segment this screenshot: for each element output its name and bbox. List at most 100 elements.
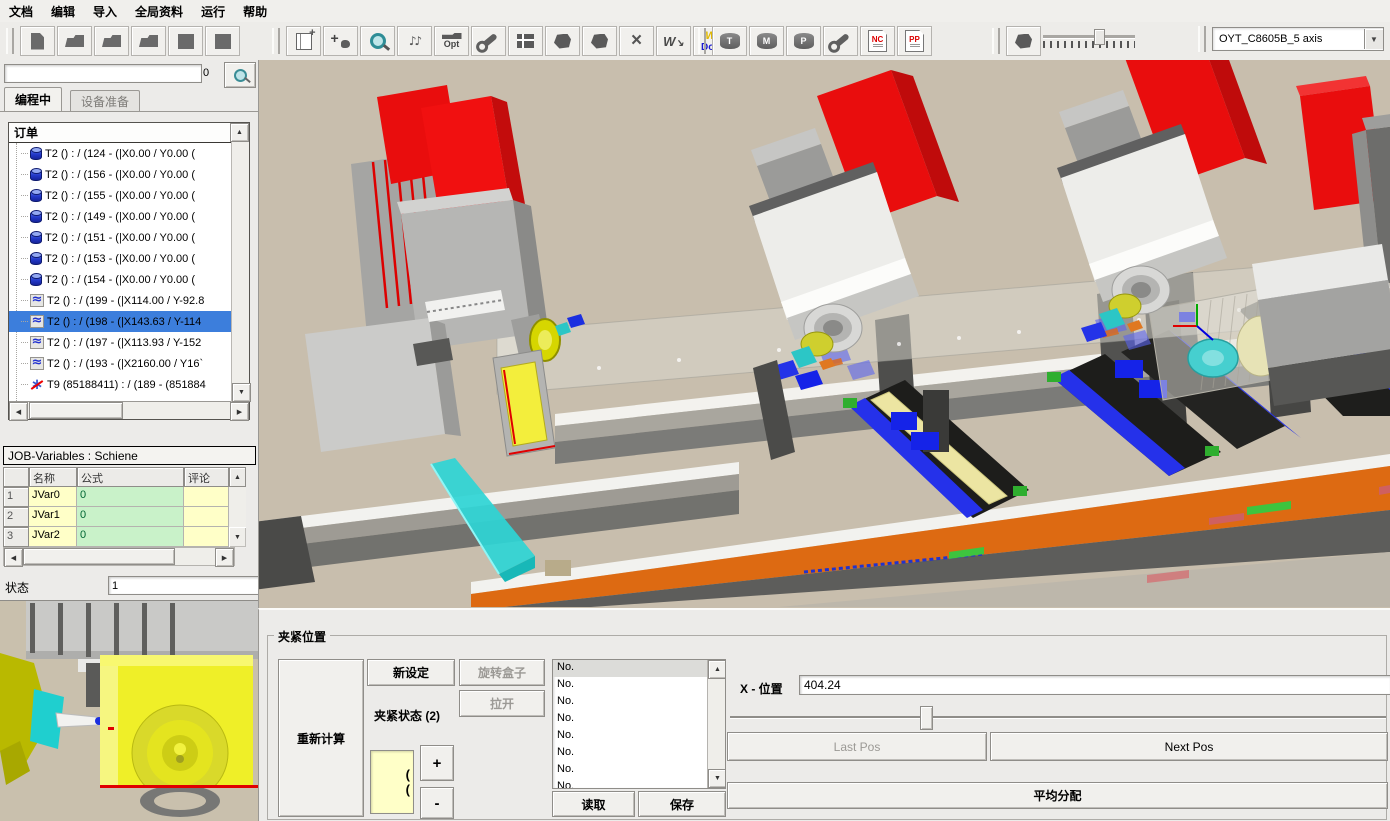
clamp-position-list[interactable]: No. No. No. No. No. No. No. No. ▲ ▼ xyxy=(552,659,726,789)
cell-formula[interactable]: 0 xyxy=(77,487,184,507)
toolpath-button[interactable]: W↘ xyxy=(656,26,691,56)
scroll-left-icon[interactable]: ◀ xyxy=(9,402,28,421)
tab-programming[interactable]: 编程中 xyxy=(4,87,62,111)
pull-open-button[interactable]: 拉开 xyxy=(459,690,545,717)
toolbar-gripper[interactable] xyxy=(272,28,280,54)
distribute-evenly-button[interactable]: 平均分配 xyxy=(727,782,1388,809)
machine-selector[interactable]: OYT_C8605B_5 axis ▼ xyxy=(1212,27,1384,51)
tree-item[interactable]: T2 () : / (199 - (|X114.00 / Y-92.8 xyxy=(9,290,249,311)
status-input[interactable] xyxy=(108,576,260,595)
x-position-input[interactable] xyxy=(799,675,1390,695)
slider-thumb[interactable] xyxy=(1094,29,1105,45)
tree-item[interactable]: T2 () : / (197 - (|X113.93 / Y-152 xyxy=(9,332,249,353)
new-window-button[interactable] xyxy=(286,26,321,56)
scroll-down-icon[interactable]: ▼ xyxy=(232,383,251,402)
search-button[interactable] xyxy=(224,62,256,88)
cell-formula[interactable]: 0 xyxy=(77,507,184,527)
list-item[interactable]: No. xyxy=(553,660,707,677)
cell-name[interactable]: JVar1 xyxy=(29,507,77,527)
tree-item[interactable]: T2 () : / (155 - (|X0.00 / Y0.00 ( xyxy=(9,185,249,206)
scroll-right-icon[interactable]: ▶ xyxy=(215,548,234,567)
read-button[interactable]: 读取 xyxy=(552,791,635,817)
chevron-down-icon[interactable]: ▼ xyxy=(1364,29,1383,49)
scroll-up-icon[interactable]: ▲ xyxy=(230,123,249,142)
tree-item[interactable]: T2 () : / (149 - (|X0.00 / Y0.00 ( xyxy=(9,206,249,227)
toolbar-gripper[interactable] xyxy=(992,28,1000,54)
menu-import[interactable]: 导入 xyxy=(84,3,126,20)
mini-3d-preview[interactable] xyxy=(0,600,258,821)
scroll-down-icon[interactable]: ▼ xyxy=(229,527,246,547)
scroll-up-icon[interactable]: ▲ xyxy=(708,660,726,679)
search-input[interactable] xyxy=(4,64,202,83)
new-document-button[interactable] xyxy=(20,26,55,56)
scroll-up-icon[interactable]: ▲ xyxy=(229,467,246,487)
tree-item[interactable]: T2 () : / (154 - (|X0.00 / Y0.00 ( xyxy=(9,269,249,290)
new-setting-button[interactable]: 新设定 xyxy=(367,659,455,686)
tree-item[interactable]: T2 () : / (193 - (|X2160.00 / Y16` xyxy=(9,353,249,374)
list-vertical-scrollbar[interactable]: ▲ ▼ xyxy=(707,660,725,788)
menu-global-data[interactable]: 全局资料 xyxy=(126,3,192,20)
machining-tools-button[interactable] xyxy=(471,26,506,56)
list-item[interactable]: No. xyxy=(553,677,707,694)
list-item[interactable]: No. xyxy=(553,694,707,711)
toolbar-gripper[interactable] xyxy=(698,28,706,54)
tree-item-selected[interactable]: T2 () : / (198 - (|X143.63 / Y-114 xyxy=(9,311,249,332)
menu-help[interactable]: 帮助 xyxy=(234,3,276,20)
zoom-button[interactable] xyxy=(360,26,395,56)
decrement-button[interactable]: - xyxy=(420,787,454,819)
cell-comment[interactable] xyxy=(184,527,229,547)
cell-formula[interactable]: 0 xyxy=(77,527,184,547)
tool-magazine-t-button[interactable]: T xyxy=(712,26,747,56)
open-order-button[interactable] xyxy=(57,26,92,56)
3d-view-button[interactable] xyxy=(1006,26,1041,56)
main-3d-viewport[interactable] xyxy=(258,60,1390,608)
tree-item[interactable]: T2 () : / (124 - (|X0.00 / Y0.00 ( xyxy=(9,143,249,164)
save-button[interactable] xyxy=(168,26,203,56)
cell-comment[interactable] xyxy=(184,487,229,507)
matrix-button[interactable] xyxy=(508,26,543,56)
rotate-box-button[interactable]: 旋转盒子 xyxy=(459,659,545,686)
clamp-state-field[interactable]: ( ( xyxy=(370,750,414,814)
cell-name[interactable]: JVar2 xyxy=(29,527,77,547)
tool-magazine-m-button[interactable]: M xyxy=(749,26,784,56)
toolbar-gripper[interactable] xyxy=(6,28,14,54)
save-all-button[interactable] xyxy=(205,26,240,56)
add-profile-button[interactable] xyxy=(323,26,358,56)
scrollbar-thumb[interactable] xyxy=(23,548,175,565)
open-file-button[interactable] xyxy=(131,26,166,56)
tree-item[interactable]: T9 (85188411) : / (189 - (851884 xyxy=(9,374,249,395)
tool-magazine-p-button[interactable]: P xyxy=(786,26,821,56)
edit-sequence-button[interactable]: ♪♪ xyxy=(397,26,432,56)
list-item[interactable]: No. xyxy=(553,728,707,745)
cell-comment[interactable] xyxy=(184,507,229,527)
profile-shape-button[interactable] xyxy=(545,26,580,56)
tree-item[interactable]: T2 () : / (151 - (|X0.00 / Y0.00 ( xyxy=(9,227,249,248)
slider-thumb[interactable] xyxy=(920,706,933,730)
list-item[interactable]: No. xyxy=(553,779,707,788)
scroll-down-icon[interactable]: ▼ xyxy=(708,769,726,788)
scrollbar-thumb[interactable] xyxy=(29,402,123,419)
postprocessor-button[interactable]: PP xyxy=(897,26,932,56)
scroll-left-icon[interactable]: ◀ xyxy=(4,548,23,567)
table-horizontal-scrollbar[interactable]: ◀▶ xyxy=(3,547,252,566)
tree-horizontal-scrollbar[interactable]: ◀ ▶ xyxy=(9,401,249,419)
scroll-right-icon[interactable]: ▶ xyxy=(230,402,249,421)
list-item[interactable]: No. xyxy=(553,745,707,762)
list-item[interactable]: No. xyxy=(553,711,707,728)
tab-machine-setup[interactable]: 设备准备 xyxy=(70,90,140,111)
nc-file-button[interactable]: NC xyxy=(860,26,895,56)
menu-run[interactable]: 运行 xyxy=(192,3,234,20)
increment-button[interactable]: + xyxy=(420,745,454,781)
recalculate-button[interactable]: 重新计算 xyxy=(278,659,364,817)
x-position-slider[interactable] xyxy=(730,706,1386,728)
setup-button[interactable] xyxy=(823,26,858,56)
next-pos-button[interactable]: Next Pos xyxy=(990,732,1388,761)
tree-item[interactable]: T2 () : / (153 - (|X0.00 / Y0.00 ( xyxy=(9,248,249,269)
simulation-speed-slider[interactable] xyxy=(1043,35,1135,48)
menu-edit[interactable]: 编辑 xyxy=(42,3,84,20)
optimize-button[interactable]: Opt xyxy=(434,26,469,56)
open-project-button[interactable] xyxy=(94,26,129,56)
profile-shape-2-button[interactable] xyxy=(582,26,617,56)
list-item[interactable]: No. xyxy=(553,762,707,779)
tree-vertical-scrollbar[interactable]: ▼ xyxy=(231,142,249,402)
